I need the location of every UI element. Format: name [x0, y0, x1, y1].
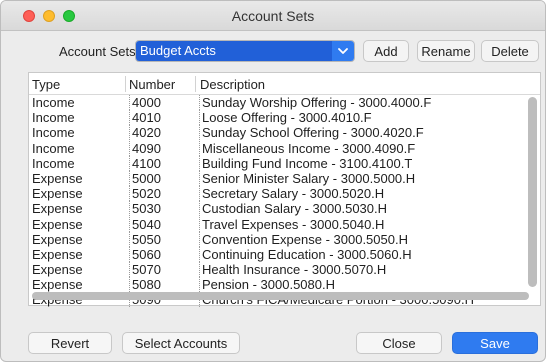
revert-button[interactable]: Revert	[28, 332, 112, 354]
account-sets-window: Account Sets Account Sets: Budget Accts …	[0, 0, 546, 362]
number-cell: 5000	[129, 170, 161, 186]
number-cell: 5030	[129, 201, 161, 217]
description-cell: Custodian Salary - 3000.5030.H	[199, 201, 387, 217]
type-cell: Income	[32, 110, 75, 126]
type-cell: Income	[32, 155, 75, 171]
description-cell: Convention Expense - 3000.5050.H	[199, 231, 408, 247]
column-divider[interactable]	[125, 76, 126, 92]
table-row[interactable]: Expense 5020 Secretary Salary - 3000.502…	[29, 186, 540, 202]
type-cell: Income	[32, 140, 75, 156]
vertical-scrollbar[interactable]	[528, 97, 537, 287]
table-header: Type Number Description	[29, 73, 540, 95]
select-accounts-button[interactable]: Select Accounts	[122, 332, 240, 354]
table-row[interactable]: Income 4020 Sunday School Offering - 300…	[29, 125, 540, 141]
number-cell: 5080	[129, 277, 161, 293]
title-bar: Account Sets	[1, 1, 545, 31]
column-header-type[interactable]: Type	[32, 77, 60, 92]
number-cell: 4000	[129, 95, 161, 110]
number-cell: 4020	[129, 125, 161, 141]
type-cell: Expense	[32, 216, 83, 232]
description-cell: Building Fund Income - 3100.4100.T	[199, 155, 412, 171]
number-cell: 4010	[129, 110, 161, 126]
type-cell: Expense	[32, 201, 83, 217]
description-cell: Secretary Salary - 3000.5020.H	[199, 186, 384, 202]
table-row[interactable]: Expense 5060 Continuing Education - 3000…	[29, 246, 540, 262]
table-row[interactable]: Expense 5040 Travel Expenses - 3000.5040…	[29, 216, 540, 232]
table-row[interactable]: Income 4100 Building Fund Income - 3100.…	[29, 155, 540, 171]
description-cell: Sunday School Offering - 3000.4020.F	[199, 125, 424, 141]
type-cell: Expense	[32, 246, 83, 262]
column-header-description[interactable]: Description	[200, 77, 265, 92]
chevron-down-icon[interactable]	[332, 41, 354, 61]
description-cell: Loose Offering - 3000.4010.F	[199, 110, 372, 126]
number-cell: 5050	[129, 231, 161, 247]
type-cell: Expense	[32, 262, 83, 278]
account-sets-dropdown[interactable]: Budget Accts	[135, 40, 355, 62]
description-cell: Sunday Worship Offering - 3000.4000.F	[199, 95, 431, 110]
table-row[interactable]: Expense 5070 Health Insurance - 3000.507…	[29, 262, 540, 278]
number-cell: 5070	[129, 262, 161, 278]
number-cell: 5020	[129, 186, 161, 202]
description-cell: Miscellaneous Income - 3000.4090.F	[199, 140, 415, 156]
description-cell: Travel Expenses - 3000.5040.H	[199, 216, 384, 232]
table-row[interactable]: Income 4000 Sunday Worship Offering - 30…	[29, 95, 540, 110]
number-cell: 5060	[129, 246, 161, 262]
type-cell: Expense	[32, 277, 83, 293]
description-cell: Senior Minister Salary - 3000.5000.H	[199, 170, 415, 186]
account-sets-label: Account Sets:	[59, 44, 140, 59]
account-sets-selected-value[interactable]: Budget Accts	[136, 41, 332, 61]
number-cell: 4090	[129, 140, 161, 156]
type-cell: Expense	[32, 186, 83, 202]
table-row[interactable]: Expense 5000 Senior Minister Salary - 30…	[29, 170, 540, 186]
add-button[interactable]: Add	[363, 40, 409, 62]
window-title: Account Sets	[231, 8, 315, 24]
type-cell: Expense	[32, 170, 83, 186]
number-cell: 4100	[129, 155, 161, 171]
table-body: Income 4000 Sunday Worship Offering - 30…	[29, 95, 540, 308]
save-button[interactable]: Save	[452, 332, 538, 354]
column-divider[interactable]	[195, 76, 196, 92]
delete-button[interactable]: Delete	[481, 40, 539, 62]
description-cell: Pension - 3000.5080.H	[199, 277, 335, 293]
description-cell: Continuing Education - 3000.5060.H	[199, 246, 412, 262]
table-row[interactable]: Expense 5050 Convention Expense - 3000.5…	[29, 231, 540, 247]
type-cell: Income	[32, 125, 75, 141]
description-cell: Health Insurance - 3000.5070.H	[199, 262, 386, 278]
column-header-number[interactable]: Number	[129, 77, 175, 92]
table-row[interactable]: Income 4090 Miscellaneous Income - 3000.…	[29, 140, 540, 156]
type-cell: Income	[32, 95, 75, 110]
rename-button[interactable]: Rename	[417, 40, 475, 62]
horizontal-scrollbar[interactable]	[32, 292, 529, 300]
table-row[interactable]: Income 4010 Loose Offering - 3000.4010.F	[29, 110, 540, 126]
table-row[interactable]: Expense 5030 Custodian Salary - 3000.503…	[29, 201, 540, 217]
number-cell: 5040	[129, 216, 161, 232]
close-button[interactable]: Close	[356, 332, 442, 354]
table-row[interactable]: Expense 5080 Pension - 3000.5080.H	[29, 277, 540, 293]
type-cell: Expense	[32, 231, 83, 247]
accounts-table[interactable]: Type Number Description Income 4000 Sund…	[28, 72, 541, 308]
